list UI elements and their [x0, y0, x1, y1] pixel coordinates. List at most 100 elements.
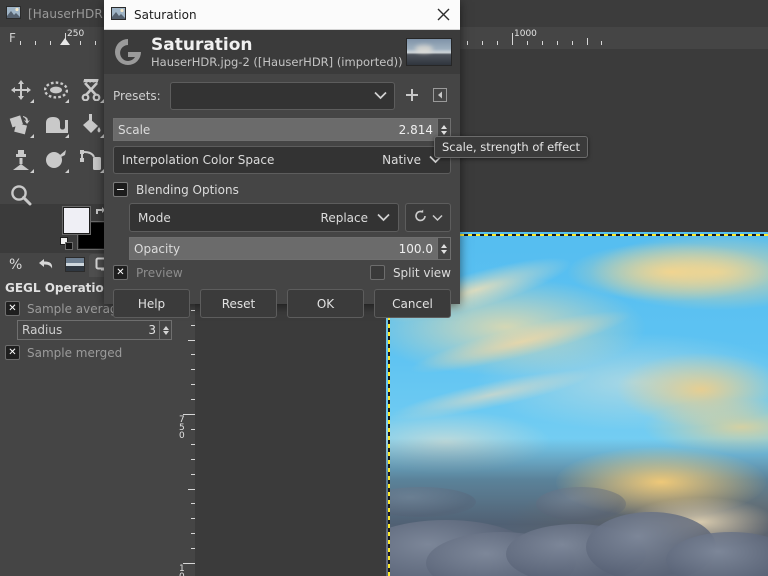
sample-merged-option[interactable]: ✕ Sample merged: [0, 342, 178, 363]
ruler-tick: [526, 41, 528, 45]
opacity-label: Opacity: [134, 241, 181, 256]
ellipse-select-icon: [43, 80, 68, 99]
preset-menu-button[interactable]: [429, 85, 451, 107]
split-view-label: Split view: [392, 265, 451, 280]
spinner-arrows-icon[interactable]: [159, 321, 171, 339]
bucket-fill-tool-button[interactable]: [73, 107, 108, 142]
ruler-tick: [94, 41, 96, 45]
tool-corner-marker: [30, 169, 34, 173]
radius-spinner[interactable]: Radius 3: [17, 320, 172, 340]
chevron-down-icon: [431, 211, 443, 225]
dialog-header: Saturation HauserHDR.jpg-2 ([HauserHDR] …: [104, 30, 460, 74]
smudge-tool-button[interactable]: [38, 142, 73, 177]
dialog-title: Saturation: [134, 7, 197, 22]
spinner-arrows-icon[interactable]: [437, 238, 450, 259]
scissors-select-tool-button[interactable]: [73, 72, 108, 107]
ruler-tick: [512, 33, 513, 45]
image-preview-thumbnail: [406, 38, 452, 66]
tool-corner-marker: [65, 99, 69, 103]
ruler-tick: [35, 41, 37, 45]
color-swatch-area: [60, 205, 106, 253]
tab-undo-history[interactable]: [31, 254, 60, 277]
reset-arrow-icon: [414, 209, 428, 226]
sample-merged-checkbox[interactable]: ✕: [5, 345, 20, 360]
reset-button[interactable]: Reset: [200, 289, 277, 318]
scale-value: 2.814: [398, 122, 433, 137]
ruler-tick: [191, 473, 195, 475]
ruler-tick: [191, 533, 195, 535]
ruler-tick: [191, 399, 195, 401]
svg-text:%: %: [9, 257, 22, 272]
ruler-tick: [467, 41, 469, 45]
preview-checkbox[interactable]: ✕: [113, 265, 128, 280]
ruler-tick: [191, 369, 195, 371]
radius-label: Radius: [22, 323, 63, 337]
dialog-titlebar: Saturation: [104, 0, 460, 30]
radius-value: 3: [148, 323, 156, 337]
chevron-down-icon: [374, 89, 387, 103]
ruler-tick: [497, 41, 499, 45]
interpolation-value: Native: [382, 153, 421, 167]
move-tool-button[interactable]: [3, 72, 38, 107]
ok-button[interactable]: OK: [287, 289, 364, 318]
tab-images[interactable]: [60, 254, 89, 277]
unified-transform-tool-button[interactable]: [3, 107, 38, 142]
tool-corner-marker: [30, 134, 34, 138]
opacity-wrap: Opacity 100.0: [129, 237, 451, 260]
interpolation-color-space-combobox[interactable]: Interpolation Color Space Native: [113, 146, 451, 174]
ruler-tick: [191, 548, 195, 550]
ruler-tick: [50, 41, 52, 45]
ruler-tick: [20, 41, 22, 45]
percent-zero-icon: %: [8, 256, 26, 275]
warp-transform-tool-button[interactable]: [38, 107, 73, 142]
help-button[interactable]: Help: [113, 289, 190, 318]
opacity-slider[interactable]: Opacity 100.0: [129, 237, 451, 260]
clone-stamp-icon: [10, 149, 32, 171]
scale-slider-fill: [114, 119, 440, 140]
ruler-label: 1000: [514, 29, 537, 39]
sample-average-checkbox[interactable]: ✕: [5, 301, 20, 316]
reset-colors-icon[interactable]: [60, 237, 73, 253]
mode-reset-button[interactable]: [405, 203, 451, 232]
ruler-tick: [191, 458, 195, 460]
cloud-wisp: [616, 352, 768, 427]
minus-expander-icon[interactable]: −: [113, 182, 128, 197]
ruler-tick: [482, 41, 484, 45]
dialog-header-title: Saturation: [151, 34, 253, 55]
preview-row: ✕ Preview Split view: [113, 265, 451, 280]
ruler-tick: [586, 38, 588, 45]
toolbox: [0, 49, 104, 205]
zoom-tool-button[interactable]: [3, 177, 38, 212]
mode-value: Replace: [320, 210, 368, 225]
tool-corner-marker: [65, 169, 69, 173]
chevron-down-icon: [377, 211, 390, 225]
blending-options-section-header[interactable]: − Blending Options: [113, 182, 451, 197]
scale-slider[interactable]: Scale 2.814: [113, 118, 451, 141]
foreground-color-swatch[interactable]: [63, 207, 90, 234]
saturation-dialog: Saturation Saturation HauserHDR.jpg-2 ([…: [104, 0, 460, 318]
ruler-tick: [191, 428, 195, 430]
gimp-application-window: [HauserHDR] (imported) 3200x1800 – GIMP …: [0, 0, 768, 576]
interpolation-label: Interpolation Color Space: [122, 153, 275, 167]
ellipse-select-tool-button[interactable]: [38, 72, 73, 107]
ruler-tick: [183, 414, 195, 415]
tab-histogram[interactable]: %: [2, 254, 31, 277]
plus-icon: [405, 88, 419, 105]
cancel-button[interactable]: Cancel: [374, 289, 451, 318]
dialog-header-texts: Saturation HauserHDR.jpg-2 ([HauserHDR] …: [151, 34, 406, 69]
add-preset-button[interactable]: [401, 85, 423, 107]
split-view-checkbox[interactable]: [369, 265, 385, 280]
smudge-icon: [45, 149, 67, 171]
presets-combobox[interactable]: [169, 82, 395, 110]
tool-corner-marker: [65, 134, 69, 138]
undo-arrow-icon: [37, 256, 55, 275]
ruler-tick: [571, 41, 573, 45]
clone-tool-button[interactable]: [3, 142, 38, 177]
close-icon[interactable]: [426, 1, 460, 29]
ruler-tick: [601, 41, 603, 45]
ink-tool-button[interactable]: [73, 142, 108, 177]
dialog-header-subtitle: HauserHDR.jpg-2 ([HauserHDR] (imported)): [151, 54, 403, 69]
dialog-body: Presets: Scale 2.814 Interpolation Color…: [104, 74, 460, 280]
mode-combobox[interactable]: Mode Replace: [129, 203, 399, 232]
ruler-tick: [191, 518, 195, 520]
